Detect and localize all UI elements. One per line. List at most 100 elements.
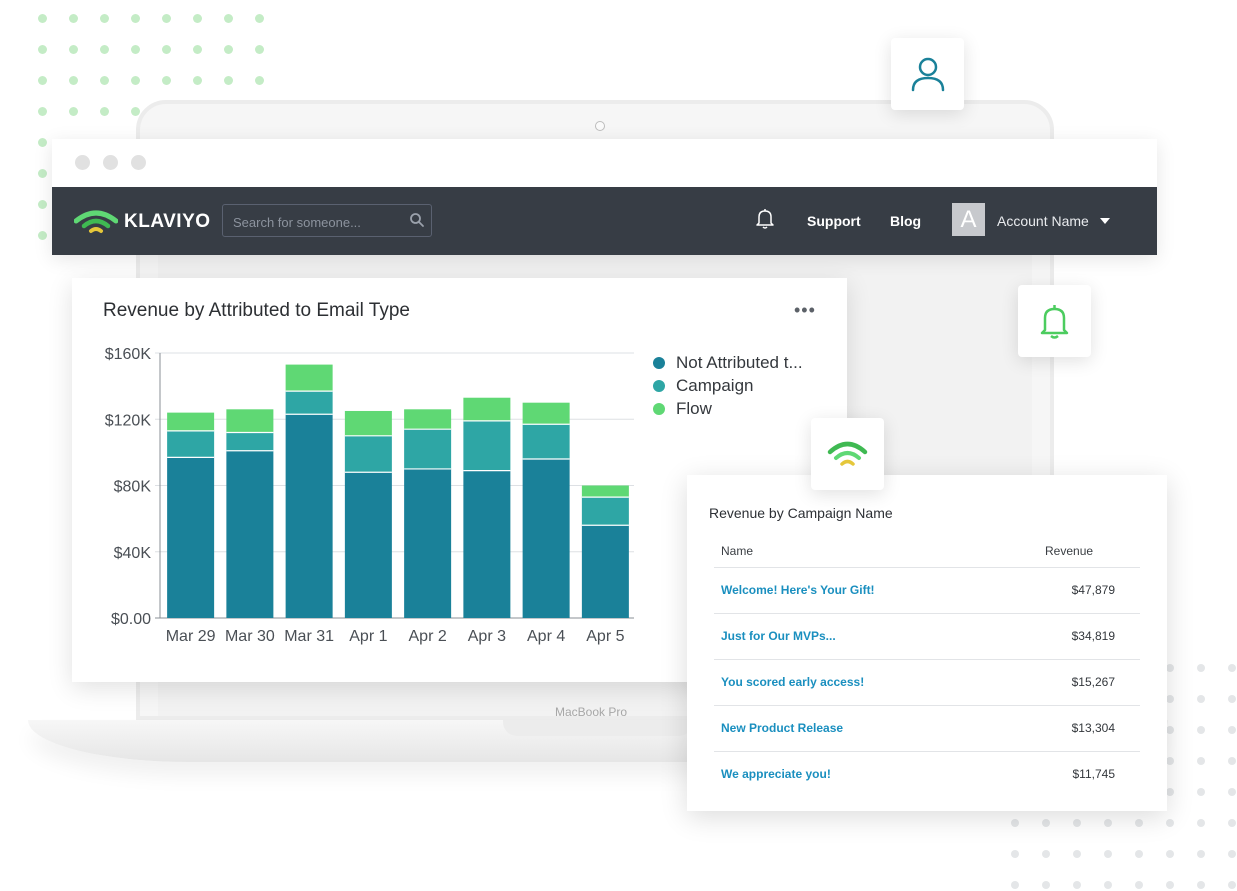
decorative-dot: [38, 76, 47, 85]
decorative-dot: [1011, 850, 1019, 858]
column-header-revenue[interactable]: Revenue: [1045, 544, 1093, 558]
decorative-dot: [100, 107, 109, 116]
campaign-name-link[interactable]: Just for Our MVPs...: [721, 629, 836, 643]
bar-segment-flow[interactable]: [522, 402, 570, 425]
bar-segment-campaign[interactable]: [285, 391, 333, 415]
decorative-dot: [1135, 819, 1143, 827]
campaign-name-link[interactable]: New Product Release: [721, 721, 843, 735]
decorative-dot: [1228, 726, 1236, 734]
bell-icon[interactable]: [755, 208, 775, 230]
column-header-name[interactable]: Name: [721, 544, 753, 558]
legend-swatch: [653, 402, 665, 415]
bell-icon-card[interactable]: [1018, 285, 1091, 357]
decorative-dot: [1197, 819, 1205, 827]
brand-logo[interactable]: KLAVIYO: [74, 205, 211, 239]
x-tick-label: Mar 29: [166, 628, 216, 645]
bar-segment-campaign[interactable]: [226, 432, 274, 451]
bar-segment-campaign[interactable]: [167, 430, 215, 458]
window-zoom-dot[interactable]: [131, 155, 146, 170]
bar-segment-flow[interactable]: [285, 364, 333, 392]
search-input[interactable]: [231, 211, 405, 233]
y-tick-label: $40K: [114, 545, 152, 562]
decorative-dot: [1042, 819, 1050, 827]
campaign-name-link[interactable]: You scored early access!: [721, 675, 864, 689]
user-icon: [911, 57, 945, 92]
search-icon[interactable]: [409, 212, 425, 228]
campaign-name-link[interactable]: Welcome! Here's Your Gift!: [721, 583, 875, 597]
search-box[interactable]: [222, 204, 432, 237]
bar-segment-not-attributed-t[interactable]: [344, 472, 392, 618]
campaign-revenue-value: $34,819: [1071, 629, 1115, 643]
decorative-dot: [100, 45, 109, 54]
decorative-dot: [38, 200, 47, 209]
decorative-dot: [69, 45, 78, 54]
campaign-revenue-value: $11,745: [1072, 767, 1116, 781]
bar-segment-flow[interactable]: [226, 409, 274, 433]
decorative-dot: [1197, 788, 1205, 796]
legend-item[interactable]: Flow: [653, 397, 803, 420]
bar-segment-campaign[interactable]: [522, 424, 570, 459]
bar-segment-campaign[interactable]: [344, 435, 392, 473]
nav-link-support[interactable]: Support: [807, 213, 861, 229]
bar-segment-not-attributed-t[interactable]: [285, 414, 333, 618]
decorative-dot: [193, 45, 202, 54]
table-row[interactable]: Just for Our MVPs... $34,819: [714, 613, 1140, 660]
legend-swatch: [653, 379, 665, 392]
legend-item[interactable]: Campaign: [653, 374, 803, 397]
decorative-dot: [1166, 695, 1174, 703]
bar-segment-campaign[interactable]: [404, 429, 452, 469]
decorative-dot: [1011, 819, 1019, 827]
x-tick-label: Mar 31: [284, 628, 334, 645]
decorative-dot: [1073, 819, 1081, 827]
bar-segment-flow[interactable]: [344, 410, 392, 436]
bell-icon: [1040, 305, 1069, 339]
decorative-dot: [1011, 881, 1019, 889]
decorative-dot: [1166, 819, 1174, 827]
bar-segment-not-attributed-t[interactable]: [404, 468, 452, 618]
account-name[interactable]: Account Name: [997, 213, 1089, 229]
decorative-dot: [131, 45, 140, 54]
table-row[interactable]: We appreciate you! $11,745: [714, 751, 1140, 798]
campaign-name-link[interactable]: We appreciate you!: [721, 767, 831, 781]
avatar[interactable]: A: [952, 203, 985, 236]
nav-link-blog[interactable]: Blog: [890, 213, 921, 229]
bar-segment-not-attributed-t[interactable]: [226, 450, 274, 618]
y-tick-label: $160K: [105, 346, 152, 363]
bar-segment-not-attributed-t[interactable]: [463, 470, 511, 618]
table-row[interactable]: New Product Release $13,304: [714, 705, 1140, 752]
decorative-dot: [1073, 881, 1081, 889]
bar-segment-campaign[interactable]: [581, 497, 629, 526]
laptop-notch: [503, 720, 693, 736]
decorative-dot: [69, 76, 78, 85]
bar-segment-flow[interactable]: [581, 485, 629, 498]
decorative-dot: [1228, 695, 1236, 703]
bar-segment-not-attributed-t[interactable]: [522, 459, 570, 618]
bar-segment-not-attributed-t[interactable]: [167, 457, 215, 618]
bar-segment-flow[interactable]: [404, 409, 452, 430]
x-tick-label: Apr 1: [349, 628, 387, 645]
table-row[interactable]: Welcome! Here's Your Gift! $47,879: [714, 567, 1140, 614]
x-tick-label: Mar 30: [225, 628, 275, 645]
klaviyo-logo-icon: [74, 210, 118, 233]
klaviyo-logo-card[interactable]: [811, 418, 884, 490]
decorative-dot: [1197, 850, 1205, 858]
decorative-dot: [1197, 726, 1205, 734]
table-row[interactable]: You scored early access! $15,267: [714, 659, 1140, 706]
decorative-dot: [193, 76, 202, 85]
chevron-down-icon[interactable]: [1100, 218, 1110, 224]
chart-legend: Not Attributed t... Campaign Flow: [653, 351, 803, 420]
decorative-dot: [69, 14, 78, 23]
bar-segment-flow[interactable]: [167, 412, 215, 431]
y-tick-label: $80K: [114, 479, 152, 496]
user-icon-card[interactable]: [891, 38, 964, 110]
legend-label: Campaign: [676, 375, 754, 395]
decorative-dot: [1197, 664, 1205, 672]
brand-name: KLAVIYO: [124, 211, 211, 232]
bar-segment-flow[interactable]: [463, 397, 511, 421]
bar-segment-campaign[interactable]: [463, 420, 511, 471]
legend-item[interactable]: Not Attributed t...: [653, 351, 803, 374]
bar-segment-not-attributed-t[interactable]: [581, 525, 629, 618]
window-close-dot[interactable]: [75, 155, 90, 170]
window-minimize-dot[interactable]: [103, 155, 118, 170]
klaviyo-logo-icon: [827, 441, 868, 466]
